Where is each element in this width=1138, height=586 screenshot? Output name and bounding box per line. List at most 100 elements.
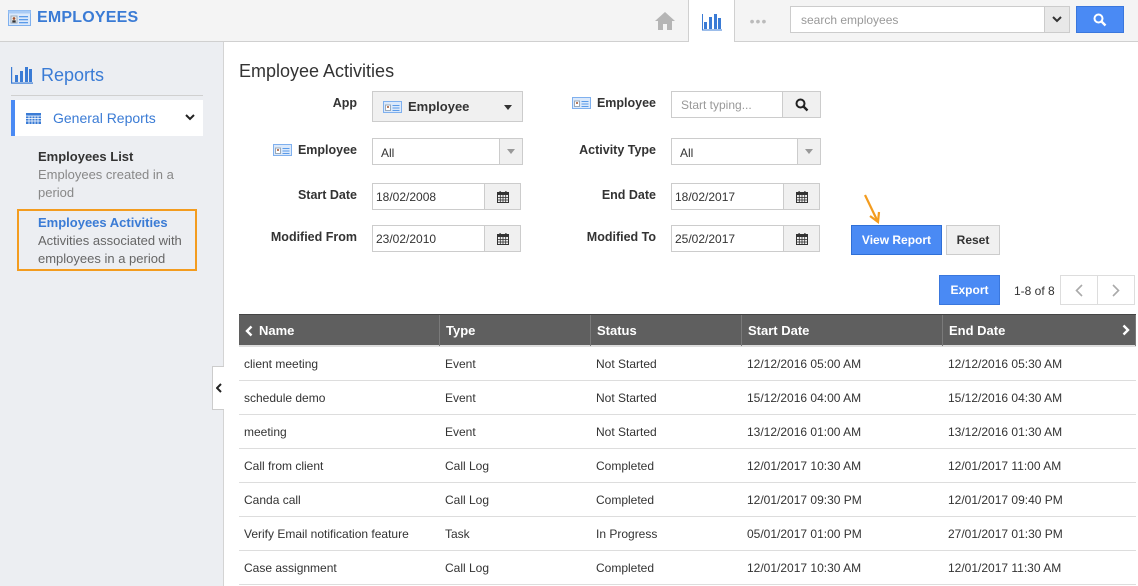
cell-start-date: 05/01/2017 01:00 PM [747,526,862,541]
employee-filter-label-text: Employee [297,143,357,157]
pager-next-button[interactable] [1097,275,1135,305]
table-body: client meeting Event Not Started 12/12/2016… [239,347,1136,585]
cell-type: Call Log [445,458,490,473]
search-box [790,6,1070,33]
app-label-text: App [332,96,357,110]
employee-lookup-input[interactable] [672,92,782,117]
chevron-left-icon [1075,283,1083,297]
cell-start-date: 12/01/2017 09:30 PM [747,492,862,507]
modified-to-label-text: Modified To [586,230,656,244]
employee-select[interactable]: All [372,138,523,165]
cell-name: meeting [244,424,287,439]
start-date-input[interactable] [373,184,485,209]
column-header-name[interactable]: Name [239,315,440,346]
app-brand[interactable]: EMPLOYEES [8,9,138,27]
end-date-label: End Date [560,188,656,202]
activity-type-select[interactable]: All [671,138,821,165]
annotation-arrow-icon [864,194,881,225]
sidebar-item-employees-activities[interactable]: Employees Activities Activities associat… [38,214,198,268]
app-select-value: Employee [408,99,470,114]
search-button[interactable] [1076,6,1124,33]
column-header-label: Start Date [748,323,810,338]
table-row[interactable]: Case assignment Call Log Completed 12/01/20… [239,551,1136,585]
cell-end-date: 12/01/2017 09:40 PM [948,492,1063,507]
calendar-icon [496,232,509,245]
sidebar-item-employees-list[interactable]: Employees List Employees created in a pe… [38,148,198,202]
cell-end-date: 27/01/2017 01:30 PM [948,526,1063,541]
table-row[interactable]: meeting Event Not Started 13/12/2016 01:00 … [239,415,1136,449]
start-date-label: Start Date [260,188,357,202]
sidebar-group-label: General Reports [53,110,156,126]
pager-range: 1-8 of 8 [1014,284,1055,298]
modified-to-field [671,225,820,252]
table-row[interactable]: schedule demo Event Not Started 15/12/2016 … [239,381,1136,415]
cell-name: Call from client [244,458,324,473]
cell-end-date: 12/01/2017 11:00 AM [948,458,1062,473]
employee-card-icon [383,100,402,113]
bar-chart-icon [701,14,722,31]
table-row[interactable]: Call from client Call Log Completed 12/01/2… [239,449,1136,483]
employee-lookup-search-button[interactable] [782,92,820,117]
nav-reports-button[interactable] [688,0,735,42]
cell-name: Verify Email notification feature [244,526,409,541]
app-title: EMPLOYEES [37,9,139,26]
bar-chart-icon [11,67,33,84]
column-header-end-date[interactable]: End Date [943,315,1136,346]
cell-type: Task [445,526,470,541]
employee-lookup-label: Employee [560,96,656,110]
start-date-calendar-button[interactable] [484,184,520,209]
table-header: Name Type Status Start Date End Date [239,314,1136,347]
sidebar-heading: Reports [11,64,203,96]
modified-to-input[interactable] [672,226,784,251]
app-label: App [300,96,357,110]
sidebar-group-general-reports[interactable]: General Reports [11,100,203,136]
employee-select-toggle[interactable] [499,139,522,164]
pager-prev-button[interactable] [1060,275,1098,305]
nav-more-button[interactable]: ••• [735,0,782,41]
column-header-type[interactable]: Type [440,315,591,346]
cell-name: client meeting [244,356,319,371]
modified-from-input[interactable] [373,226,485,251]
app-select[interactable]: Employee [372,91,523,122]
cell-status: Completed [596,560,655,575]
sidebar-item-description: Employees created in a period [38,167,174,200]
table-row[interactable]: Verify Email notification feature Task In … [239,517,1136,551]
table-row[interactable]: Canda call Call Log Completed 12/01/2017 09… [239,483,1136,517]
chevron-right-icon[interactable] [1122,324,1130,336]
reset-button[interactable]: Reset [946,225,1000,255]
modified-from-label: Modified From [250,230,357,244]
search-dropdown-toggle[interactable] [1044,7,1069,32]
sidebar-item-description: Activities associated with employees in … [38,233,182,266]
cell-status: Not Started [596,424,657,439]
calendar-icon [795,190,808,203]
cell-end-date: 12/12/2016 05:30 AM [948,356,1063,371]
modified-from-calendar-button[interactable] [484,226,520,251]
cell-type: Event [445,424,476,439]
employee-filter-label: Employee [260,143,357,157]
modified-to-calendar-button[interactable] [783,226,819,251]
column-header-label: Status [597,323,637,338]
export-button[interactable]: Export [939,275,1000,305]
caret-down-icon [507,149,515,154]
cell-end-date: 12/01/2017 11:30 AM [948,560,1062,575]
table-row[interactable]: client meeting Event Not Started 12/12/2016… [239,347,1136,381]
chevron-left-icon[interactable] [245,325,253,337]
end-date-input[interactable] [672,184,784,209]
cell-name: Case assignment [244,560,337,575]
end-date-calendar-button[interactable] [783,184,819,209]
page-title: Employee Activities [239,61,395,81]
column-header-label: Type [446,323,476,338]
column-header-start-date[interactable]: Start Date [742,315,943,346]
modified-to-label: Modified To [560,230,656,244]
nav-home-button[interactable] [641,0,688,41]
employee-card-icon [8,10,31,26]
sidebar-collapse-handle[interactable] [212,366,224,410]
activity-type-select-toggle[interactable] [797,139,820,164]
cell-start-date: 12/01/2017 10:30 AM [747,560,862,575]
search-input[interactable] [791,7,1044,32]
activity-type-label-text: Activity Type [579,143,656,157]
search-icon [1093,13,1107,26]
column-header-status[interactable]: Status [591,315,742,346]
view-report-button[interactable]: View Report [851,225,942,255]
start-date-label-text: Start Date [297,188,357,202]
